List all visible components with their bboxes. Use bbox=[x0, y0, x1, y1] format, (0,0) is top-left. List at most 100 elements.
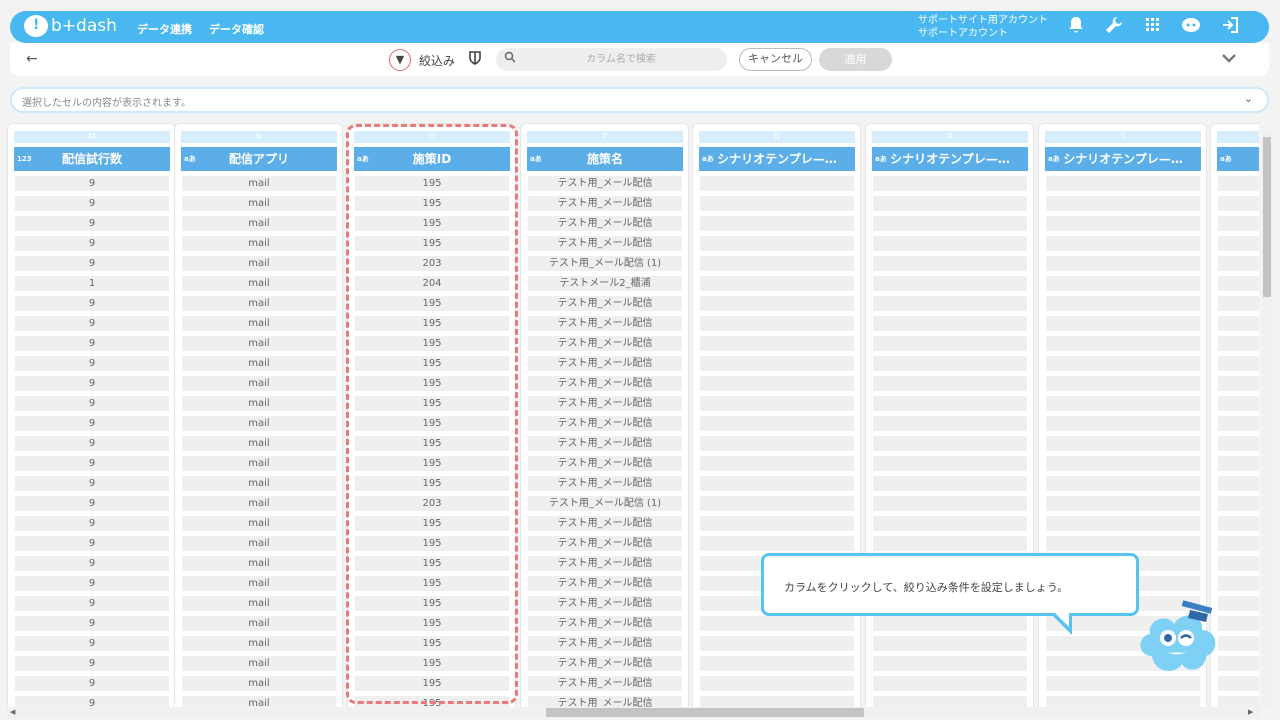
table-cell[interactable] bbox=[700, 296, 854, 311]
table-cell[interactable]: 9 bbox=[15, 456, 169, 471]
chevron-down-icon[interactable] bbox=[1221, 48, 1237, 67]
cancel-button[interactable]: キャンセル bbox=[739, 48, 812, 71]
table-cell[interactable] bbox=[873, 456, 1027, 471]
table-cell[interactable] bbox=[1046, 536, 1200, 551]
account-info[interactable]: サポートサイト用アカウント サポートアカウント bbox=[918, 14, 1048, 40]
table-cell[interactable] bbox=[1218, 516, 1259, 531]
table-cell[interactable] bbox=[873, 176, 1027, 191]
table-cell[interactable] bbox=[700, 696, 854, 707]
table-cell[interactable]: mail bbox=[182, 576, 336, 591]
table-cell[interactable]: テスト用_メール配信 bbox=[528, 436, 682, 451]
table-cell[interactable]: mail bbox=[182, 536, 336, 551]
table-cell[interactable]: mail bbox=[182, 696, 336, 707]
table-cell[interactable]: mail bbox=[182, 196, 336, 211]
table-cell[interactable] bbox=[1046, 396, 1200, 411]
table-cell[interactable]: 9 bbox=[15, 436, 169, 451]
table-cell[interactable]: テスト用_メール配信 bbox=[528, 236, 682, 251]
table-cell[interactable]: 9 bbox=[15, 696, 169, 707]
table-cell[interactable]: mail bbox=[182, 676, 336, 691]
table-cell[interactable] bbox=[700, 536, 854, 551]
table-cell[interactable] bbox=[1046, 196, 1200, 211]
table-cell[interactable] bbox=[873, 676, 1027, 691]
table-cell[interactable] bbox=[1218, 296, 1259, 311]
column-header[interactable]: aあ 施策名 bbox=[527, 147, 683, 171]
table-cell[interactable]: mail bbox=[182, 316, 336, 331]
scroll-right-arrow-icon[interactable]: ▶ bbox=[1248, 708, 1253, 716]
table-cell[interactable] bbox=[873, 276, 1027, 291]
vertical-scrollbar[interactable] bbox=[1262, 131, 1272, 707]
column-header[interactable]: aあ シナリオテンプレ—… bbox=[872, 147, 1028, 171]
table-cell[interactable] bbox=[1218, 176, 1259, 191]
table-cell[interactable] bbox=[1218, 316, 1259, 331]
table-cell[interactable]: 9 bbox=[15, 176, 169, 191]
table-cell[interactable] bbox=[1218, 456, 1259, 471]
nav-data-integration[interactable]: データ連携 bbox=[137, 21, 192, 37]
table-cell[interactable] bbox=[1046, 256, 1200, 271]
grid-column[interactable]: Paあ 施策名 テスト用_メール配信 テスト用_メール配信 テスト用_メール配信 テスト用… bbox=[520, 123, 689, 707]
table-cell[interactable] bbox=[873, 256, 1027, 271]
table-cell[interactable]: mail bbox=[182, 416, 336, 431]
table-cell[interactable] bbox=[873, 376, 1027, 391]
table-cell[interactable]: mail bbox=[182, 356, 336, 371]
table-cell[interactable] bbox=[700, 336, 854, 351]
table-cell[interactable]: テスト用_メール配信 bbox=[528, 476, 682, 491]
table-cell[interactable]: mail bbox=[182, 496, 336, 511]
help-bot-icon[interactable] bbox=[1180, 16, 1202, 38]
table-cell[interactable] bbox=[1046, 456, 1200, 471]
grid-column[interactable]: Naあ 配信アプリ mail mail mail mail mail mail mail mail… bbox=[174, 123, 343, 707]
table-cell[interactable]: テスト用_メール配信 bbox=[528, 316, 682, 331]
table-cell[interactable]: mail bbox=[182, 636, 336, 651]
table-cell[interactable] bbox=[1218, 696, 1259, 707]
table-cell[interactable]: 9 bbox=[15, 656, 169, 671]
table-cell[interactable]: 9 bbox=[15, 316, 169, 331]
grid-column[interactable]: Raあ シナリオテンプレ—… bbox=[865, 123, 1034, 707]
table-cell[interactable] bbox=[1218, 376, 1259, 391]
table-cell[interactable]: 1 bbox=[15, 276, 169, 291]
table-cell[interactable] bbox=[700, 196, 854, 211]
table-cell[interactable]: 9 bbox=[15, 216, 169, 231]
table-cell[interactable]: テスト用_メール配信 bbox=[528, 336, 682, 351]
table-cell[interactable]: テスト用_メール配信 bbox=[528, 176, 682, 191]
table-cell[interactable] bbox=[700, 656, 854, 671]
table-cell[interactable]: 9 bbox=[15, 496, 169, 511]
table-cell[interactable] bbox=[1046, 696, 1200, 707]
table-cell[interactable]: テスト用_メール配信 bbox=[528, 576, 682, 591]
table-cell[interactable] bbox=[1218, 216, 1259, 231]
bell-icon[interactable] bbox=[1065, 16, 1087, 38]
table-cell[interactable] bbox=[873, 476, 1027, 491]
table-cell[interactable]: テスト用_メール配信 bbox=[528, 636, 682, 651]
table-cell[interactable]: mail bbox=[182, 376, 336, 391]
table-cell[interactable] bbox=[1218, 256, 1259, 271]
table-cell[interactable]: テストメール2_櫃浦 bbox=[528, 276, 682, 291]
table-cell[interactable] bbox=[700, 256, 854, 271]
table-cell[interactable] bbox=[1218, 576, 1259, 591]
table-cell[interactable] bbox=[700, 616, 854, 631]
table-cell[interactable] bbox=[700, 456, 854, 471]
table-cell[interactable]: mail bbox=[182, 276, 336, 291]
bdash-logo[interactable]: b+dash bbox=[24, 15, 117, 37]
wrench-icon[interactable] bbox=[1103, 16, 1125, 38]
table-cell[interactable] bbox=[700, 516, 854, 531]
table-cell[interactable] bbox=[1218, 396, 1259, 411]
expand-chevron-icon[interactable]: ⌄ bbox=[1244, 92, 1253, 105]
table-cell[interactable]: 9 bbox=[15, 516, 169, 531]
table-cell[interactable] bbox=[1046, 356, 1200, 371]
horizontal-scroll-thumb[interactable] bbox=[546, 708, 864, 717]
table-cell[interactable] bbox=[700, 396, 854, 411]
table-cell[interactable] bbox=[873, 336, 1027, 351]
table-cell[interactable] bbox=[1046, 476, 1200, 491]
table-cell[interactable]: 9 bbox=[15, 236, 169, 251]
table-cell[interactable]: テスト用_メール配信 bbox=[528, 676, 682, 691]
table-cell[interactable] bbox=[1046, 496, 1200, 511]
logout-icon[interactable] bbox=[1219, 16, 1241, 38]
table-cell[interactable]: mail bbox=[182, 436, 336, 451]
table-cell[interactable]: テスト用_メール配信 bbox=[528, 616, 682, 631]
table-cell[interactable] bbox=[873, 436, 1027, 451]
table-cell[interactable]: mail bbox=[182, 656, 336, 671]
table-cell[interactable] bbox=[1046, 316, 1200, 331]
table-cell[interactable] bbox=[1046, 516, 1200, 531]
table-cell[interactable] bbox=[700, 636, 854, 651]
table-cell[interactable]: mail bbox=[182, 396, 336, 411]
grid-column[interactable]: M 123 配信試行数 9 9 9 9 9 1 9 9 9 9 9 9 9 9 9 9 9 9 9 9 9 9 9 9 9 9 9 bbox=[7, 123, 176, 707]
table-cell[interactable] bbox=[1046, 336, 1200, 351]
